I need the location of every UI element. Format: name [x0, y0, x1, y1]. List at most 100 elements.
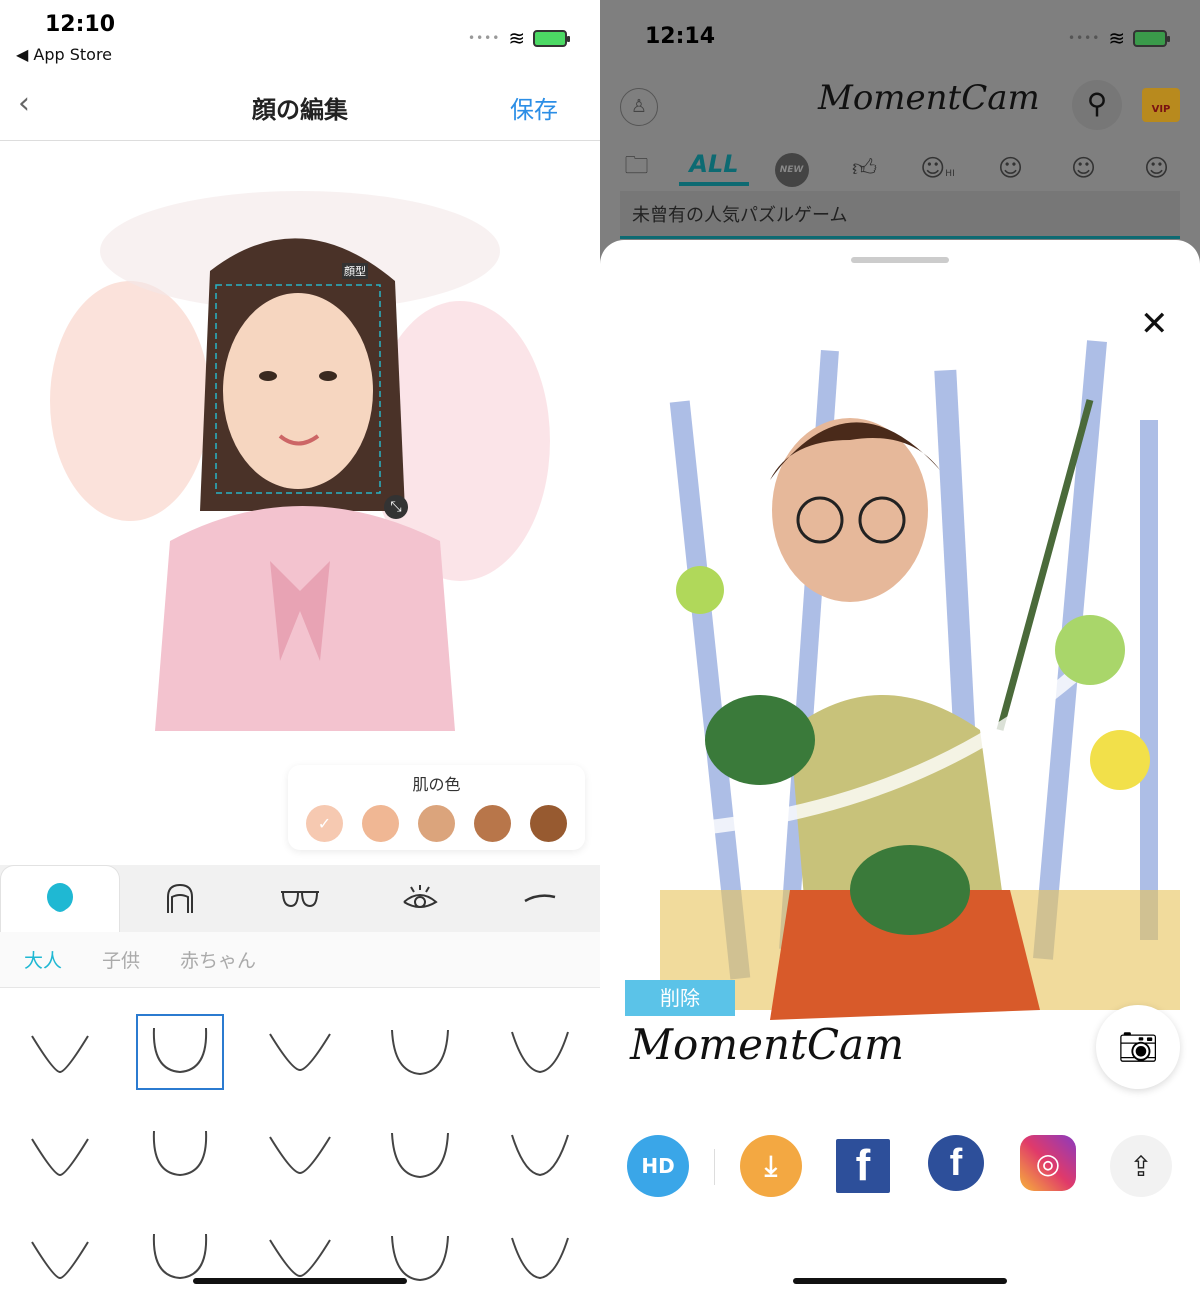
chin-shape-icon: [31, 1137, 89, 1176]
facebook-label: f: [855, 1141, 871, 1190]
signal-icon: ••••: [468, 31, 501, 45]
age-subtabs: 大人 子供 赤ちゃん: [0, 932, 600, 988]
face-shape-option[interactable]: [240, 1103, 360, 1206]
skin-swatch[interactable]: [530, 805, 567, 842]
camera-icon[interactable]: 📷︎: [1096, 1005, 1180, 1089]
banner[interactable]: 未曾有の人気パズルゲーム: [620, 191, 1180, 239]
user-icon[interactable]: ♙: [620, 88, 658, 126]
share-row: HD ⤓ f f ◎ ⇪: [600, 1135, 1200, 1215]
instagram-icon[interactable]: ◎: [1020, 1135, 1076, 1191]
face-shape-option[interactable]: [0, 1103, 120, 1206]
face-shape-option[interactable]: [360, 1000, 480, 1103]
download-icon[interactable]: ⤓: [740, 1135, 802, 1197]
smiley-hi-icon: ☺: [920, 154, 946, 182]
hd-label: HD: [641, 1154, 675, 1178]
search-icon[interactable]: ⚲: [1072, 80, 1122, 130]
wifi-icon: ≋: [508, 26, 526, 50]
face-shape-option[interactable]: [0, 1000, 120, 1103]
status-icons: •••• ≋: [1068, 26, 1171, 50]
resize-handle-icon[interactable]: ⤡: [384, 495, 408, 519]
share-icon[interactable]: ⇪: [1110, 1135, 1172, 1197]
signal-icon: ••••: [1068, 31, 1101, 45]
new-badge-icon: NEW: [774, 152, 809, 187]
battery-icon: [533, 29, 571, 47]
face-shape-option[interactable]: [120, 1206, 240, 1298]
eyebrow-icon: [524, 893, 556, 902]
nav-bar: ‹ 顔の編集 保存: [0, 70, 600, 141]
skin-swatch[interactable]: ✓: [306, 805, 343, 842]
face-editor-screen: 12:10 ◀ App Store •••• ≋ ‹ 顔の編集 保存 顔型 ⤡ …: [0, 0, 600, 1298]
save-button[interactable]: 保存: [510, 90, 558, 125]
glasses-icon: [281, 890, 320, 907]
thumbs-up-icon[interactable]: 👍︎: [828, 154, 901, 183]
face-shape-option[interactable]: [480, 1206, 600, 1298]
facebook-icon[interactable]: f: [836, 1139, 890, 1193]
facebook-add-label: f: [949, 1141, 963, 1184]
hd-save-button[interactable]: HD: [627, 1135, 689, 1197]
status-time: 12:14: [645, 24, 716, 49]
tab-new[interactable]: NEW: [755, 150, 828, 187]
tab-face-shape[interactable]: [0, 865, 121, 932]
home-indicator: [193, 1278, 407, 1284]
tab-hi[interactable]: ☺HI: [901, 154, 974, 182]
caricature-illustration: [660, 340, 1180, 1020]
tab-all[interactable]: ALL: [679, 150, 749, 186]
face-shape-option[interactable]: [240, 1000, 360, 1103]
chin-shape-icon: [269, 1135, 331, 1174]
momentcam-watermark: MomentCam: [630, 1020, 904, 1069]
face-shape-option[interactable]: [0, 1206, 120, 1298]
chin-shape-icon: [269, 1032, 331, 1071]
tab-hair[interactable]: [120, 865, 240, 932]
chin-shape-icon: [511, 1237, 569, 1279]
chin-shape-icon: [391, 1132, 449, 1178]
face-shape-option[interactable]: [360, 1103, 480, 1206]
skin-color-picker: 肌の色 ✓: [288, 765, 585, 850]
chin-shape-icon: [31, 1240, 89, 1279]
face-shape-option[interactable]: [360, 1206, 480, 1298]
face-shape-option[interactable]: [120, 1000, 240, 1103]
face-shape-option[interactable]: [480, 1000, 600, 1103]
tab-eyebrows[interactable]: [480, 865, 600, 932]
feature-tabs: [0, 865, 600, 932]
divider: [714, 1149, 715, 1185]
subtab-adult[interactable]: 大人: [24, 946, 62, 973]
face-shape-option[interactable]: [240, 1206, 360, 1298]
wifi-icon: ≋: [1108, 26, 1126, 50]
portrait-canvas[interactable]: 顔型 ⤡: [0, 141, 600, 865]
vip-crown-icon[interactable]: VIP: [1142, 88, 1180, 122]
category-tabs: 🗀 ALL NEW 👍︎ ☺HI ☺ ☺ ☺: [600, 145, 1200, 191]
status-time: 12:10: [45, 12, 116, 37]
skin-color-title: 肌の色: [412, 775, 461, 794]
hi-label: HI: [945, 169, 955, 179]
delete-watermark-button[interactable]: 削除: [625, 980, 735, 1016]
sheet-handle[interactable]: [851, 257, 949, 263]
tab-glasses[interactable]: [240, 865, 360, 932]
home-indicator: [793, 1278, 1007, 1284]
smiley-icon[interactable]: ☺: [974, 154, 1047, 182]
momentcam-logo: MomentCam: [818, 78, 1040, 118]
laughing-icon[interactable]: ☺: [1047, 154, 1120, 182]
heart-eyes-icon[interactable]: ☺: [1120, 154, 1193, 182]
hair-icon: [167, 883, 194, 913]
status-icons: •••• ≋: [468, 26, 571, 50]
face-shape-option[interactable]: [480, 1103, 600, 1206]
face-shape-grid: [0, 1000, 600, 1298]
chin-shape-icon: [152, 1130, 208, 1176]
result-sheet: ✕ 削除 MomentCam 📷︎ HD ⤓ f f ◎ ⇪: [600, 240, 1200, 1298]
skin-swatch[interactable]: [418, 805, 455, 842]
battery-icon: [1133, 29, 1171, 47]
portrait-illustration: [50, 191, 550, 731]
skin-swatch[interactable]: [474, 805, 511, 842]
tab-eyes[interactable]: [360, 865, 480, 932]
momentcam-screen: 12:14 •••• ≋ ♙ MomentCam ⚲ VIP 🗀 ALL NEW…: [600, 0, 1200, 1298]
face-shape-option[interactable]: [120, 1103, 240, 1206]
eye-icon: [403, 884, 438, 908]
subtab-child[interactable]: 子供: [102, 946, 140, 973]
subtab-baby[interactable]: 赤ちゃん: [180, 946, 256, 973]
back-to-app-store[interactable]: ◀ App Store: [16, 45, 112, 64]
chin-shape-icon: [391, 1029, 449, 1075]
chin-shape-icon: [511, 1031, 569, 1073]
facebook-add-icon[interactable]: f: [928, 1135, 984, 1191]
skin-swatch[interactable]: [362, 805, 399, 842]
favorites-folder-icon[interactable]: 🗀: [600, 148, 673, 189]
